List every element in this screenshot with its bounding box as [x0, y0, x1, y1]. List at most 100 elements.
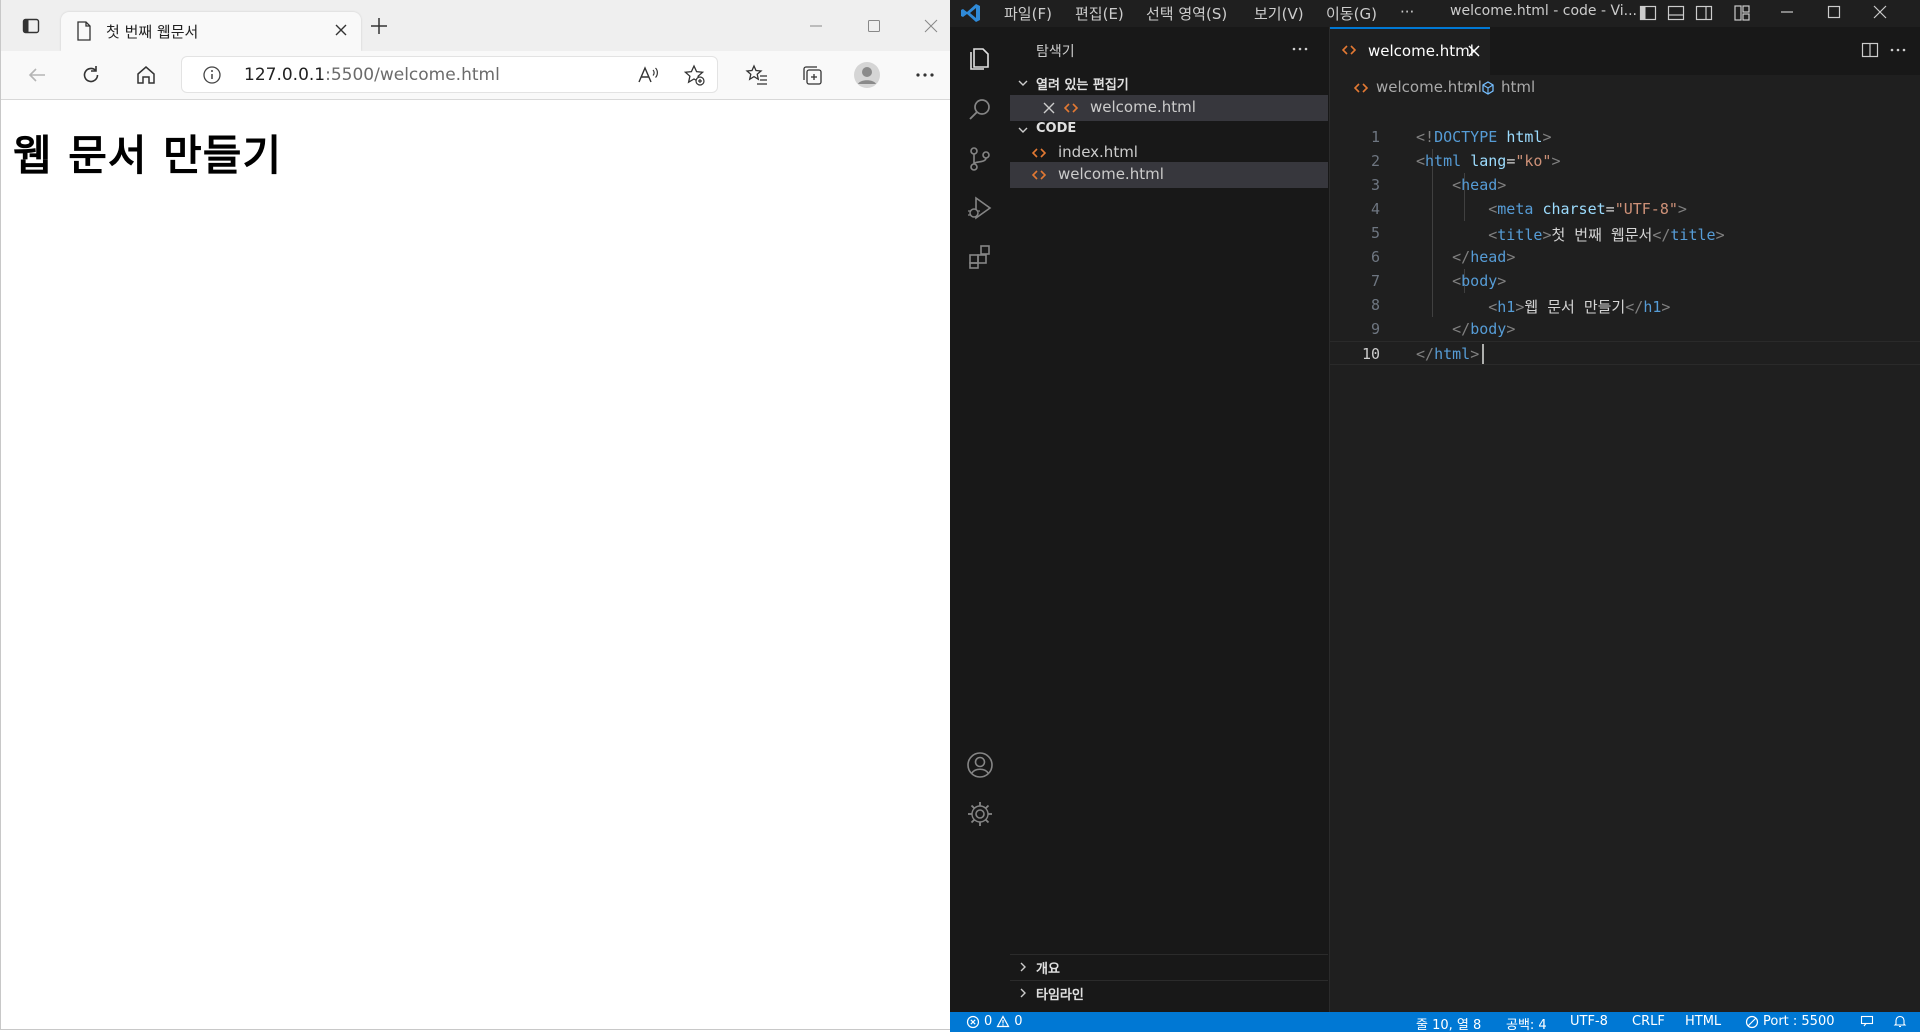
more-options-icon[interactable]	[911, 61, 939, 89]
toggle-panel-icon[interactable]	[1666, 3, 1686, 23]
page-heading: 웹 문서 만들기	[13, 131, 283, 180]
settings-gear-icon[interactable]	[964, 798, 996, 830]
live-server-status[interactable]: Port : 5500	[1745, 1014, 1835, 1029]
outline-header[interactable]: 개요	[1010, 954, 1328, 979]
open-editors-label: 열려 있는 편집기	[1036, 78, 1129, 93]
line-number: 5	[1370, 224, 1380, 242]
back-icon[interactable]	[23, 61, 51, 89]
tab-actions-icon[interactable]	[17, 12, 45, 40]
breadcrumb-symbol[interactable]: html	[1501, 78, 1535, 96]
chevron-right-icon	[1016, 960, 1030, 974]
cursor-position[interactable]: 줄 10, 열 8	[1416, 1014, 1481, 1033]
menu-file[interactable]: 파일(F)	[1004, 3, 1052, 24]
close-editor-icon[interactable]	[1042, 101, 1056, 115]
html-file-icon	[1064, 101, 1078, 115]
menu-view[interactable]: 보기(V)	[1254, 3, 1304, 24]
explorer-sidebar: 탐색기 열려 있는 편집기 welcome.html CODE index.ht…	[1010, 27, 1330, 1012]
explorer-icon[interactable]	[964, 41, 996, 73]
open-editor-label: welcome.html	[1090, 98, 1196, 116]
port-label: Port : 5500	[1763, 1014, 1835, 1029]
accounts-icon[interactable]	[964, 749, 996, 781]
run-debug-icon[interactable]	[964, 192, 996, 224]
window-title: welcome.html - code - Vi...	[1450, 3, 1637, 19]
timeline-header[interactable]: 타임라인	[1010, 980, 1328, 1005]
menu-more[interactable]: ···	[1400, 3, 1414, 21]
browser-tab[interactable]: 첫 번째 웹문서	[61, 12, 361, 51]
encoding-status[interactable]: UTF-8	[1570, 1014, 1608, 1029]
feedback-icon[interactable]	[1860, 1014, 1874, 1028]
add-favorite-icon[interactable]	[682, 63, 706, 87]
open-editors-header[interactable]: 열려 있는 편집기	[1010, 71, 1328, 95]
menu-go[interactable]: 이동(G)	[1326, 3, 1377, 24]
collections-icon[interactable]	[798, 61, 826, 89]
line-number: 9	[1370, 320, 1380, 338]
minimize-icon[interactable]	[1778, 3, 1796, 21]
line-number: 6	[1370, 248, 1380, 266]
file-label: index.html	[1058, 143, 1138, 161]
code-line-current: 10 </html>	[1330, 341, 1920, 365]
address-bar[interactable]: 127.0.0.1:5500/welcome.html	[181, 56, 718, 93]
close-window-icon[interactable]	[919, 14, 943, 38]
menu-edit[interactable]: 편집(E)	[1075, 3, 1124, 24]
code-line: 2 <html lang="ko">	[1370, 152, 1561, 170]
page-icon	[75, 20, 93, 42]
file-item-welcome[interactable]: welcome.html	[1010, 162, 1328, 188]
code-line: 8 <h1>웹 문서 만들기</h1>	[1370, 296, 1671, 316]
page-viewport: 웹 문서 만들기	[1, 100, 950, 1029]
profile-avatar-icon[interactable]	[853, 61, 881, 89]
favorites-icon[interactable]	[743, 61, 771, 89]
timeline-label: 타임라인	[1036, 988, 1084, 1003]
close-window-icon[interactable]	[1871, 3, 1889, 21]
problems-status[interactable]: 0 0	[966, 1014, 1023, 1029]
chevron-right-icon	[1016, 986, 1030, 1000]
browser-nav-bar: 127.0.0.1:5500/welcome.html	[1, 51, 950, 100]
explorer-title: 탐색기	[1036, 44, 1075, 60]
minimize-icon[interactable]	[804, 14, 828, 38]
read-aloud-icon[interactable]	[636, 63, 660, 87]
refresh-icon[interactable]	[77, 61, 105, 89]
html-file-icon	[1032, 168, 1046, 182]
split-editor-icon[interactable]	[1860, 40, 1880, 60]
new-tab-icon[interactable]	[369, 16, 389, 36]
eol-status[interactable]: CRLF	[1632, 1014, 1665, 1029]
explorer-more-icon[interactable]	[1290, 39, 1310, 59]
error-count: 0	[984, 1014, 993, 1029]
toggle-secondary-sidebar-icon[interactable]	[1694, 3, 1714, 23]
indentation-status[interactable]: 공백: 4	[1506, 1014, 1547, 1033]
customize-layout-icon[interactable]	[1732, 3, 1752, 23]
folder-code-header[interactable]: CODE	[1010, 118, 1328, 142]
notifications-bell-icon[interactable]	[1893, 1014, 1907, 1028]
code-line: 9 </body>	[1370, 320, 1516, 338]
code-editor[interactable]: 1 <!DOCTYPE html> 2 <html lang="ko"> 3 <…	[1330, 125, 1920, 925]
code-line: 6 </head>	[1370, 248, 1516, 266]
editor-more-icon[interactable]	[1888, 40, 1908, 60]
html-file-icon	[1342, 43, 1356, 57]
tab-title: 첫 번째 웹문서	[106, 23, 199, 41]
close-tab-icon[interactable]	[331, 20, 351, 40]
port-icon	[1745, 1015, 1759, 1028]
maximize-icon[interactable]	[1825, 3, 1843, 21]
symbol-element-icon	[1480, 80, 1496, 96]
breadcrumb: welcome.html html	[1330, 75, 1920, 101]
source-control-icon[interactable]	[964, 143, 996, 175]
home-icon[interactable]	[132, 61, 160, 89]
line-number: 4	[1370, 200, 1380, 218]
outline-label: 개요	[1036, 962, 1060, 977]
chevron-right-icon	[1463, 80, 1477, 94]
close-tab-icon[interactable]	[1466, 43, 1482, 59]
html-file-icon	[1354, 81, 1368, 95]
url-text[interactable]: 127.0.0.1:5500/welcome.html	[244, 65, 500, 85]
menu-selection[interactable]: 선택 영역(S)	[1146, 3, 1227, 24]
search-icon[interactable]	[964, 94, 996, 126]
activity-bar	[950, 27, 1010, 1012]
vscode-title-bar: 파일(F) 편집(E) 선택 영역(S) 보기(V) 이동(G) ··· wel…	[950, 0, 1920, 27]
language-status[interactable]: HTML	[1685, 1014, 1721, 1029]
line-number: 1	[1370, 128, 1380, 146]
code-line: 5 <title>첫 번째 웹문서</title>	[1370, 224, 1725, 244]
extensions-icon[interactable]	[964, 241, 996, 273]
site-info-icon[interactable]	[202, 65, 222, 85]
maximize-icon[interactable]	[862, 14, 886, 38]
vscode-window: 파일(F) 편집(E) 선택 영역(S) 보기(V) 이동(G) ··· wel…	[950, 0, 1920, 1033]
toggle-primary-sidebar-icon[interactable]	[1638, 3, 1658, 23]
editor-tab-welcome[interactable]: welcome.html	[1330, 27, 1490, 75]
